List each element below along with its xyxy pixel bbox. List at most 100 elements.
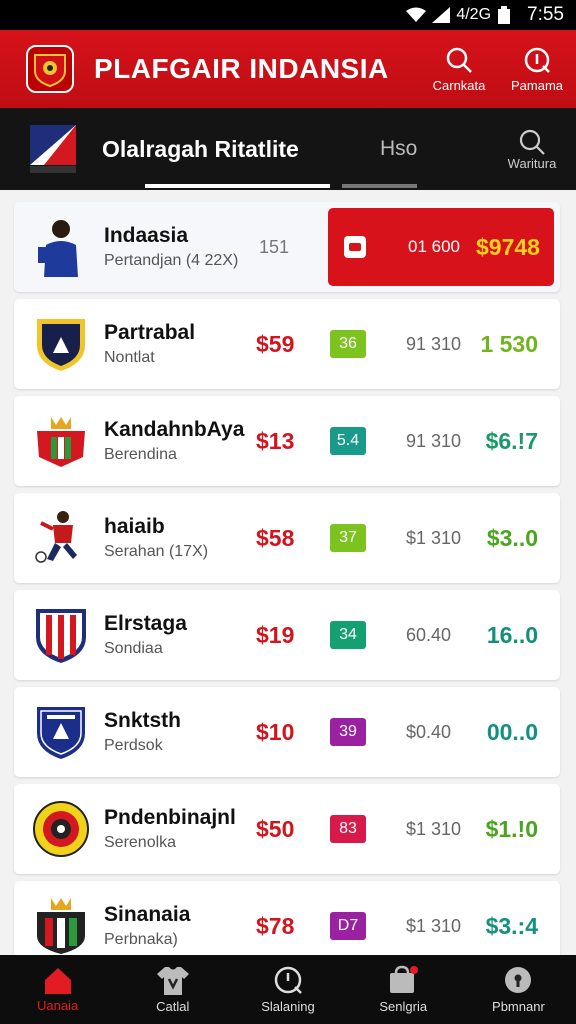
change-value: 16..0 [486,621,538,648]
nav-catalog-label: Catlal [156,999,190,1014]
team-name: haiaib [104,515,165,538]
tab-active[interactable]: Olalragah Ritatlite [102,136,332,163]
network-label: 4/2G [456,6,492,23]
team-list: Indaasia Pertandjan (4 22X) 151 01 600 $… [14,202,560,978]
mid-value: $1 310 [406,527,462,548]
highlight-value: $9748 [476,233,540,260]
striped-crest-icon [32,605,90,665]
clock: 7:55 [527,4,564,25]
mid-value: $1 310 [406,818,462,839]
rating-badge: 39 [330,718,366,746]
crown-crest-icon [32,411,90,471]
team-sub: Nontlat [104,349,155,366]
nav-schedule[interactable]: Slalaning [230,955,345,1024]
header-search-label: Carnkata [432,77,486,93]
team-sub: Perdsok [104,737,163,754]
team-name: Partrabal [104,321,196,344]
rating-badge: 36 [330,330,366,358]
nav-shop-label: Senlgria [379,999,428,1014]
team-sub: Pertandjan (4 22X) [104,252,239,269]
jersey-icon [156,967,189,995]
list-item[interactable]: Partrabal Nontlat $59 36 91 310 1 530 [14,299,560,389]
highlight-card[interactable]: 01 600 $9748 [328,208,554,286]
change-value: 1 530 [480,330,538,357]
section-more-button[interactable]: Waritura [492,128,572,171]
section-more-label: Waritura [507,155,557,171]
team-sub: Perbnaka) [104,931,178,948]
clock-icon [274,966,302,994]
list-item[interactable]: Pndenbinajnl Serenolka $50 83 $1 310 $1.… [14,784,560,874]
rating-badge: 37 [330,524,366,552]
mid-value: 91 310 [406,430,462,451]
change-value: 00..0 [486,718,538,745]
mid-value: 60.40 [406,624,452,645]
nav-schedule-label: Slalaning [261,999,315,1014]
nav-account[interactable]: Pbmnanr [461,955,576,1024]
nav-account-label: Pbmnanr [492,999,545,1014]
section-bar: Olalragah Ritatlite Hso Waritura [0,108,576,190]
team-sub: Berendina [104,446,177,463]
price: $13 [256,427,295,454]
team-sub: Serenolka [104,834,177,851]
status-bar: 4/2G 7:55 [0,0,576,30]
status-icons: 4/2G [406,6,511,24]
team-name: Indaasia [104,224,189,247]
bag-icon [390,965,419,993]
mid-value: $1 310 [406,915,462,936]
change-value: $3..0 [486,524,538,551]
list-item[interactable]: KandahnbAya Berendina $13 5.4 91 310 $6.… [14,396,560,486]
ticket-icon [344,236,366,258]
nav-catalog[interactable]: Catlal [115,955,230,1024]
rating-badge: D7 [330,912,366,940]
lock-icon [505,967,532,993]
wifi-icon [406,7,427,22]
search-icon [519,129,545,155]
price: $10 [256,718,295,745]
header-search-button[interactable]: Carnkata [420,34,498,104]
list-item[interactable]: Elrstaga Sondiaa $19 34 60.40 16..0 [14,590,560,680]
nav-home[interactable]: Uanaia [0,955,115,1024]
change-value: $1.!0 [485,815,538,842]
rating-badge: 83 [330,815,366,843]
tab-alt[interactable]: Hso [380,137,480,161]
highlight-mid: 01 600 [408,237,460,256]
team-name: Pndenbinajnl [104,806,236,829]
price: $50 [256,815,295,842]
mid-value: 91 310 [406,333,462,354]
bottom-nav: Uanaia Catlal Slalaning Senlgria Pbmnanr [0,955,576,1024]
price: $59 [256,330,295,357]
player-avatar [32,217,90,277]
round-crest-icon [32,799,90,859]
shield-navy-icon [32,314,90,374]
search-icon [446,47,472,73]
rating-badge: 5.4 [330,427,366,455]
signal-icon [432,7,451,23]
team-sub: Sondiaa [104,640,163,657]
crown-flag-crest-icon [32,896,90,956]
header-info-button[interactable]: Pamama [498,34,576,104]
change-value: $6.!7 [485,427,538,454]
footballer-icon [32,508,90,568]
rating-badge: 34 [330,621,366,649]
list-item[interactable]: Snktsth Perdsok $10 39 $0.40 00..0 [14,687,560,777]
tab-indicator-active [145,184,330,188]
nav-shop[interactable]: Senlgria [346,955,461,1024]
change-value: $3.:4 [485,912,538,939]
app-header: PLAFGAIR INDANSIA Carnkata Pamama [0,30,576,108]
header-info-label: Pamama [510,77,564,93]
price: $19 [256,621,295,648]
app-title: PLAFGAIR INDANSIA [94,53,389,84]
shield-blue-icon [32,702,90,762]
list-item[interactable]: haiaib Serahan (17X) $58 37 $1 310 $3..0 [14,493,560,583]
list-item[interactable]: Indaasia Pertandjan (4 22X) 151 01 600 $… [14,202,560,292]
price: $78 [256,912,295,939]
team-name: Sinanaia [104,903,191,926]
tab-indicator-inactive [342,184,417,188]
app-logo [26,45,74,93]
team-sub: Serahan (17X) [104,543,209,560]
info-icon [524,47,550,73]
price: $58 [256,524,295,551]
battery-icon [498,6,511,24]
flag-logo-icon [30,125,76,173]
mid-value: $0.40 [406,721,452,742]
